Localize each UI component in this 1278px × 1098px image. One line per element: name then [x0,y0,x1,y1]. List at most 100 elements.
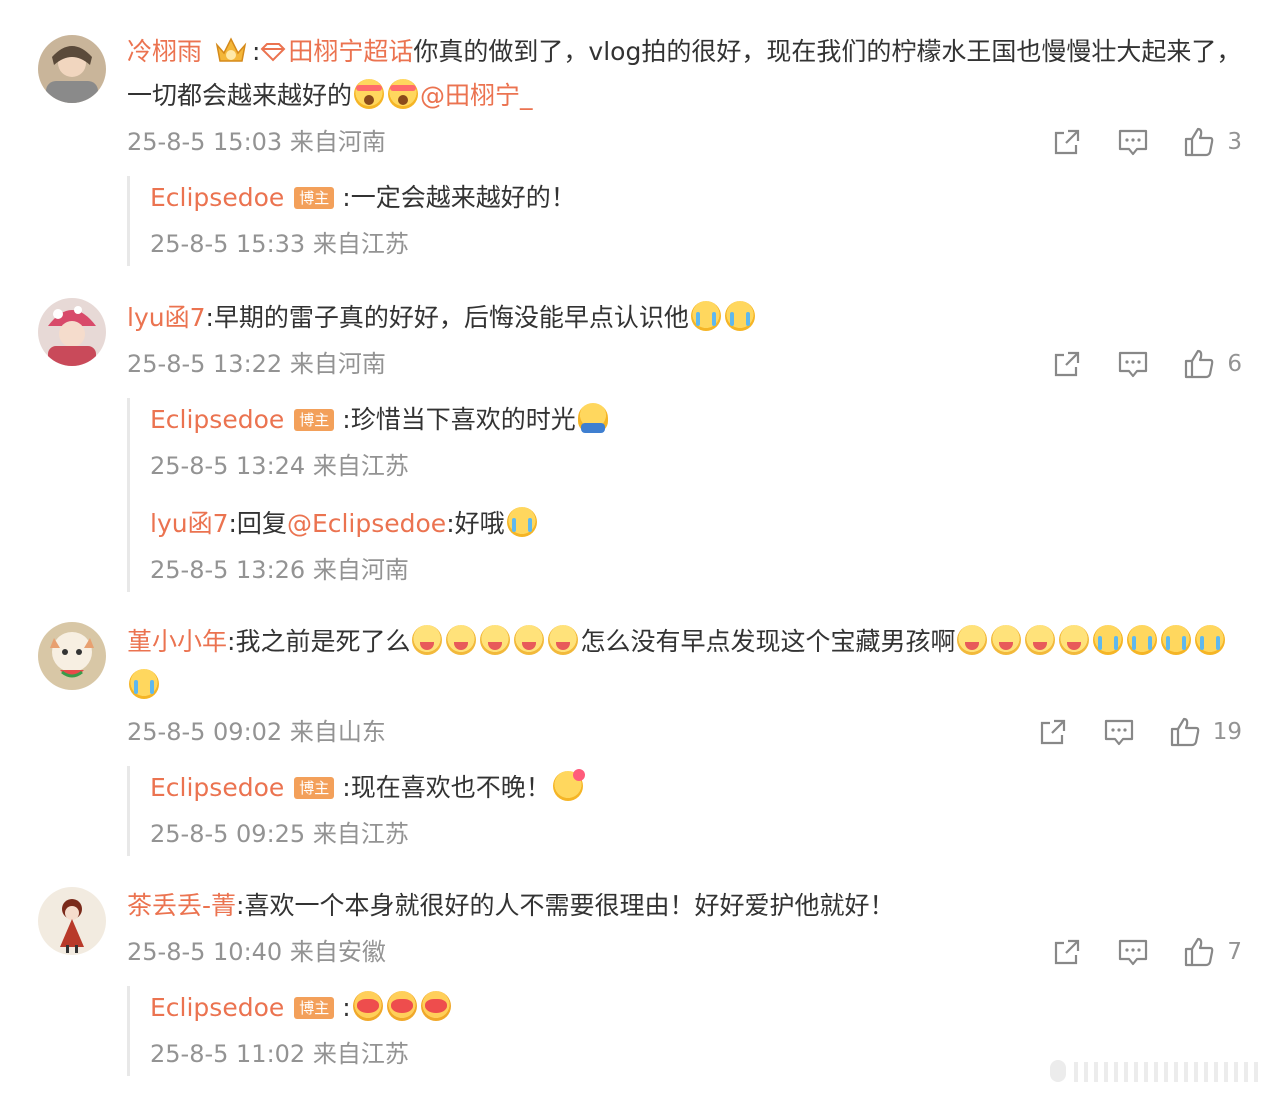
comment-content: :早期的雷子真的好好，后悔没能早点认识他 [205,303,689,332]
moved-emoji-icon [957,625,988,655]
comment-button[interactable] [1103,716,1135,748]
avatar[interactable] [38,887,106,955]
comment-body: 冷栩雨 : 田栩宁超话你真的做到了，vlog拍的很好，现在我们的柠檬水王国也慢慢壮… [127,30,1242,266]
hug-emoji-icon [577,403,608,433]
thumbs-up-icon [1185,937,1214,967]
reply-thread: Eclipsedoe 博主 :珍惜当下喜欢的时光 25-8-5 13:24 来自江苏… [127,398,1242,592]
crying-emoji-icon [690,301,721,331]
comment-button[interactable] [1117,126,1149,158]
comment-meta: 25-8-5 13:22 来自河南 6 [127,342,1242,386]
like-button[interactable]: 19 [1169,710,1242,754]
reply-text: Eclipsedoe 博主: [150,986,1242,1030]
author-badge: 博主 [294,777,335,799]
comment-button[interactable] [1117,348,1149,380]
comment-text: 堇小小年:我之前是死了么 怎么没有早点发现这个宝藏男孩啊 [127,620,1242,708]
username[interactable]: Eclipsedoe [150,405,284,434]
comment-text: 冷栩雨 : 田栩宁超话你真的做到了，vlog拍的很好，现在我们的柠檬水王国也慢慢壮… [127,30,1242,118]
comment-meta: 25-8-5 10:40 来自安徽 7 [127,930,1242,974]
moved-emoji-icon [412,625,443,655]
action-bar: 3 [1017,120,1242,164]
moved-emoji-icon [548,625,579,655]
timestamp: 25-8-5 10:40 来自安徽 [127,938,386,966]
author-badge: 博主 [294,187,335,209]
timestamp: 25-8-5 13:24 来自江苏 [150,452,409,480]
reply-text: lyu函7:回复@Eclipsedoe:好哦 [150,502,1242,546]
comment-content: :我之前是死了么 [227,627,411,656]
comment-text: lyu函7:早期的雷子真的好好，后悔没能早点认识他 [127,296,1242,340]
reply-prefix: :回复 [228,509,287,538]
avatar[interactable] [38,622,106,690]
crown-badge-icon [214,35,248,65]
share-icon [1040,719,1065,745]
comment-icon [1119,939,1148,966]
comment-text: 茶丢丢-菁:喜欢一个本身就很好的人不需要很理由！好好爱护他就好！ [127,884,1242,928]
timestamp: 25-8-5 15:33 来自江苏 [150,230,409,258]
supertopic-link[interactable]: 田栩宁超话 [288,37,413,66]
username[interactable]: Eclipsedoe [150,183,284,212]
username[interactable]: lyu函7 [127,303,206,332]
comment-button[interactable] [1117,936,1149,968]
mention-link[interactable]: @田栩宁_ [420,81,533,110]
shock-emoji-icon [354,79,385,109]
share-button[interactable] [1051,936,1083,968]
like-count: 6 [1227,351,1242,377]
comment-body: lyu函7:早期的雷子真的好好，后悔没能早点认识他 25-8-5 13:22 来… [127,296,1242,592]
avatar[interactable] [38,298,106,366]
timestamp: 25-8-5 13:26 来自河南 [150,556,409,584]
reply-content: :好哦 [446,509,505,538]
comment-body: 茶丢丢-菁:喜欢一个本身就很好的人不需要很理由！好好爱护他就好！ 25-8-5 … [127,884,1242,1076]
action-bar: 19 [1003,710,1242,754]
like-button[interactable]: 6 [1183,342,1242,386]
supertopic-diamond-icon [260,32,286,62]
username[interactable]: 冷栩雨 [127,37,202,66]
crying-emoji-icon [1195,625,1226,655]
reply-item: Eclipsedoe 博主 :现在喜欢也不晚！ 25-8-5 09:25 来自江苏 [150,766,1242,856]
comment-icon [1119,129,1148,156]
like-count: 7 [1227,939,1242,965]
username[interactable]: 茶丢丢-菁 [127,891,236,920]
like-count: 19 [1212,719,1242,745]
author-badge: 博主 [294,409,335,431]
username[interactable]: Eclipsedoe [150,993,284,1022]
reply-thread: Eclipsedoe 博主 :现在喜欢也不晚！ 25-8-5 09:25 来自江苏 [127,766,1242,856]
author-badge: 博主 [294,997,335,1019]
share-button[interactable] [1051,348,1083,380]
avatar[interactable] [38,35,106,103]
shock-emoji-icon [388,79,419,109]
crying-emoji-icon [1127,625,1158,655]
kiss-emoji-icon [352,991,383,1021]
kiss-emoji-icon [420,991,451,1021]
thumbs-up-icon [1185,349,1214,379]
username[interactable]: lyu函7 [150,509,229,538]
reply-content: :一定会越来越好的！ [342,183,576,212]
share-icon [1055,939,1080,965]
comment-body: 堇小小年:我之前是死了么 怎么没有早点发现这个宝藏男孩啊 25-8-5 09:02… [127,620,1242,856]
comment-icon [1119,351,1148,378]
share-button[interactable] [1051,126,1083,158]
thumbs-up-icon [1185,127,1214,157]
timestamp: 25-8-5 09:02 来自山东 [127,718,386,746]
comment-meta: 25-8-5 15:03 来自河南 3 [127,120,1242,164]
share-button[interactable] [1037,716,1069,748]
mention-link[interactable]: @Eclipsedoe [287,509,446,538]
timestamp: 25-8-5 09:25 来自江苏 [150,820,409,848]
action-bar: 6 [1017,342,1242,386]
like-button[interactable]: 7 [1183,930,1242,974]
crying-emoji-icon [506,507,537,537]
thumbs-up-icon [1170,717,1200,747]
reply-content: :珍惜当下喜欢的时光 [342,405,576,434]
like-button[interactable]: 3 [1183,120,1242,164]
reply-item: Eclipsedoe 博主 :一定会越来越好的！ 25-8-5 15:33 来自江苏 [150,176,1242,266]
crying-emoji-icon [129,669,159,699]
share-icon [1055,351,1080,377]
like-count: 3 [1227,129,1242,155]
comment-content: :喜欢一个本身就很好的人不需要很理由！好好爱护他就好！ [236,891,895,920]
reply-item: Eclipsedoe 博主 :珍惜当下喜欢的时光 25-8-5 13:24 来自江苏 [150,398,1242,488]
username[interactable]: Eclipsedoe [150,773,284,802]
action-bar: 7 [1017,930,1242,974]
reply-content: : [342,993,351,1022]
reply-content: :现在喜欢也不晚！ [342,773,551,802]
crying-emoji-icon [724,301,755,331]
username[interactable]: 堇小小年 [127,627,227,656]
reply-item: lyu函7:回复@Eclipsedoe:好哦 25-8-5 13:26 来自河南 [150,502,1242,592]
